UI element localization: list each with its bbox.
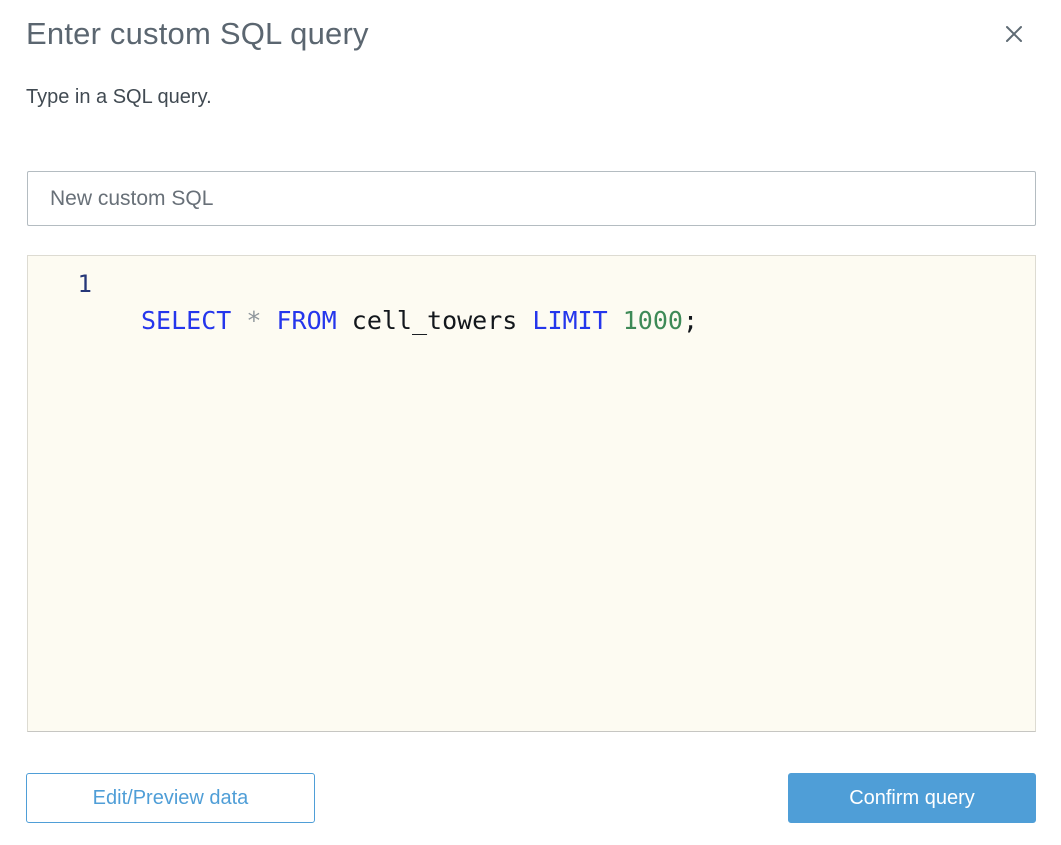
sql-token-keyword: SELECT [141,306,232,335]
confirm-query-button[interactable]: Confirm query [788,773,1036,823]
sql-token-keyword: LIMIT [532,306,608,335]
sql-code-editor[interactable]: 1 SELECT * FROM cell_towers LIMIT 1000; [27,255,1036,732]
sql-token-number: 1000 [622,306,683,335]
custom-sql-dialog: Enter custom SQL query Type in a SQL que… [0,0,1061,845]
sql-token-plain: cell_towers [336,306,533,335]
sql-token-plain [261,306,276,335]
line-number: 1 [77,270,92,298]
close-icon [1004,24,1024,44]
sql-code-line: SELECT * FROM cell_towers LIMIT 1000; [141,305,1035,336]
close-button[interactable] [1001,21,1027,47]
custom-sql-name-input[interactable] [27,171,1036,226]
sql-token-operator: * [246,306,262,335]
sql-token-plain: ; [682,306,698,335]
edit-preview-data-button[interactable]: Edit/Preview data [26,773,315,823]
sql-token-keyword: FROM [276,306,337,335]
editor-code-area[interactable]: SELECT * FROM cell_towers LIMIT 1000; [92,256,1035,731]
sql-token-plain [231,306,246,335]
dialog-subtitle: Type in a SQL query. [26,86,212,108]
editor-line-number-gutter: 1 [28,256,92,731]
sql-token-plain [608,306,623,335]
dialog-title: Enter custom SQL query [26,16,369,51]
